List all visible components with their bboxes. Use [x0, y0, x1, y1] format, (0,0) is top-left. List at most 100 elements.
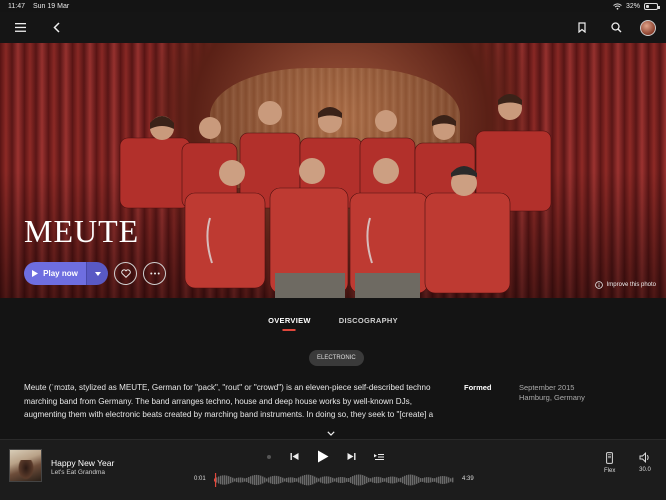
waveform-bar: [224, 475, 226, 485]
waveform-bar: [294, 477, 296, 483]
waveform-bar: [378, 476, 380, 484]
play-now-button[interactable]: Play now: [24, 262, 108, 285]
queue-icon[interactable]: [374, 453, 384, 461]
formed-place: Hamburg, Germany: [519, 393, 585, 402]
info-icon: [594, 281, 603, 289]
waveform-bar: [244, 478, 246, 482]
waveform-bar: [220, 475, 222, 485]
waveform-bar: [430, 477, 432, 483]
waveform-bar: [356, 474, 358, 486]
search-icon[interactable]: [606, 18, 626, 38]
top-navigation: [0, 12, 666, 43]
previous-track-icon[interactable]: [290, 452, 299, 461]
waveform-bar: [446, 476, 448, 484]
play-now-main[interactable]: Play now: [24, 262, 86, 285]
waveform-bar: [240, 477, 242, 483]
waveform-bar: [216, 477, 218, 483]
waveform-bar: [218, 476, 220, 484]
waveform-bar: [290, 477, 292, 483]
play-icon[interactable]: [317, 450, 329, 463]
play-icon: [32, 270, 39, 277]
waveform-bar: [362, 475, 364, 485]
waveform-bar: [400, 477, 402, 483]
waveform-bar: [266, 478, 268, 482]
waveform-bar: [386, 477, 388, 483]
genre-tag[interactable]: ELECTRONIC: [309, 350, 364, 366]
flex-button[interactable]: Flex: [604, 452, 615, 474]
volume-level: 30.0: [639, 467, 651, 473]
album-art[interactable]: [9, 449, 42, 482]
favorite-button[interactable]: [114, 262, 137, 285]
waveform-bar: [436, 477, 438, 483]
waveform-bar: [336, 477, 338, 483]
improve-photo-link[interactable]: Improve this photo: [594, 281, 656, 289]
track-artist[interactable]: Let's Eat Grandma: [51, 469, 105, 476]
waveform-bar: [318, 478, 320, 482]
waveform-bar: [274, 475, 276, 485]
waveform-bar: [402, 476, 404, 484]
waveform-bar: [234, 478, 236, 482]
waveform-bar: [326, 476, 328, 484]
artist-hero: MEUTE Play now Improve this photo: [0, 43, 666, 298]
waveform-bar: [406, 475, 408, 485]
waveform-bar: [228, 476, 230, 484]
track-title[interactable]: Happy New Year: [51, 458, 114, 468]
waveform-bar: [292, 477, 294, 483]
waveform-bar: [426, 477, 428, 483]
waveform-bar: [272, 476, 274, 484]
waveform-bar: [256, 474, 258, 486]
tab-discography[interactable]: DISCOGRAPHY: [339, 316, 398, 331]
waveform-bar: [308, 474, 310, 486]
waveform-bar: [280, 476, 282, 484]
waveform-bar: [246, 477, 248, 483]
battery-level: [646, 4, 649, 8]
waveform-bar: [232, 477, 234, 483]
waveform-bar: [360, 474, 362, 486]
waveform-bar: [438, 476, 440, 484]
waveform-bar: [450, 478, 452, 482]
playhead-marker[interactable]: [214, 473, 217, 487]
waveform-bar: [300, 476, 302, 484]
waveform-bar: [452, 477, 454, 483]
waveform-bar: [324, 476, 326, 484]
waveform-bar: [342, 477, 344, 483]
waveform-bar: [382, 477, 384, 483]
waveform-bar: [236, 477, 238, 483]
waveform-bar: [248, 477, 250, 483]
waveform-bar: [340, 476, 342, 484]
tab-overview[interactable]: OVERVIEW: [268, 316, 311, 331]
waveform-bar: [442, 476, 444, 484]
next-track-icon[interactable]: [347, 452, 356, 461]
waveform-bar: [348, 478, 350, 482]
waveform-bar: [440, 476, 442, 484]
waveform-bar: [408, 474, 410, 486]
play-options-dropdown[interactable]: [86, 262, 108, 285]
caret-down-icon: [94, 271, 101, 276]
waveform-bar: [416, 476, 418, 484]
waveform-bar: [434, 478, 436, 482]
play-now-label: Play now: [43, 269, 78, 278]
waveform-scrubber[interactable]: [214, 473, 454, 487]
artist-bio: Meute (ˈmɔɪtə, stylized as MEUTE, German…: [24, 383, 434, 419]
back-chevron-icon[interactable]: [46, 18, 66, 38]
waveform-bar: [298, 477, 300, 483]
waveform-bar: [428, 477, 430, 483]
bookmark-icon[interactable]: [572, 18, 592, 38]
volume-icon: [639, 452, 649, 463]
status-time: 11:47: [8, 2, 25, 10]
phone-device-icon: [606, 452, 614, 464]
waveform-bar: [282, 477, 284, 483]
user-avatar[interactable]: [640, 19, 656, 36]
waveform-bar: [404, 475, 406, 485]
shuffle-dot-icon[interactable]: [266, 454, 272, 460]
waveform-bar: [268, 477, 270, 483]
waveform-bar: [332, 477, 334, 483]
artist-name: MEUTE: [24, 213, 140, 249]
waveform-bar: [352, 476, 354, 484]
waveform-bar: [312, 475, 314, 485]
waveform-bar: [252, 475, 254, 485]
volume-button[interactable]: 30.0: [639, 452, 651, 473]
hamburger-icon[interactable]: [10, 18, 30, 38]
more-options-button[interactable]: [143, 262, 166, 285]
waveform-bar: [222, 475, 224, 485]
